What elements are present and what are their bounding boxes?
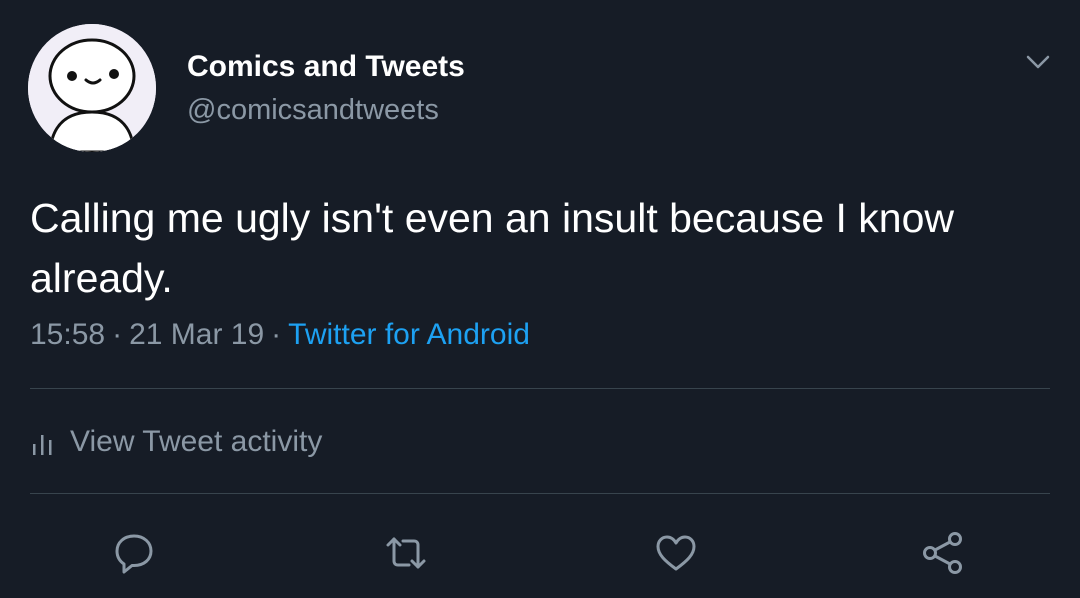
user-handle[interactable]: @comicsandtweets xyxy=(187,94,439,127)
heart-icon xyxy=(656,535,696,571)
cartoon-face-avatar-icon xyxy=(28,24,156,152)
tweet-menu-button[interactable] xyxy=(1022,46,1054,78)
like-button[interactable] xyxy=(653,530,699,576)
tweet-source-link[interactable]: Twitter for Android xyxy=(288,318,530,351)
chevron-down-icon xyxy=(1026,55,1050,69)
reply-button[interactable] xyxy=(111,530,157,576)
view-tweet-activity-button[interactable]: View Tweet activity xyxy=(30,420,322,464)
avatar[interactable] xyxy=(28,24,156,152)
meta-separator: · xyxy=(271,318,282,351)
retweet-icon xyxy=(386,537,426,569)
share-icon xyxy=(923,532,962,574)
view-tweet-activity-label: View Tweet activity xyxy=(70,425,323,458)
meta-separator: · xyxy=(112,318,123,351)
divider xyxy=(30,493,1050,494)
share-button[interactable] xyxy=(920,530,966,576)
tweet-meta: 15:58 · 21 Mar 19 · Twitter for Android xyxy=(30,318,530,352)
tweet-text: Calling me ugly isn't even an insult bec… xyxy=(30,195,955,301)
bar-chart-icon xyxy=(33,435,52,455)
tweet-card: Comics and Tweets @comicsandtweets Calli… xyxy=(0,0,1080,598)
tweet-date: 21 Mar 19 xyxy=(129,318,265,351)
retweet-button[interactable] xyxy=(383,530,429,576)
display-name[interactable]: Comics and Tweets xyxy=(187,50,465,84)
tweet-time: 15:58 xyxy=(30,318,106,351)
divider xyxy=(30,388,1050,389)
reply-icon xyxy=(115,534,153,574)
